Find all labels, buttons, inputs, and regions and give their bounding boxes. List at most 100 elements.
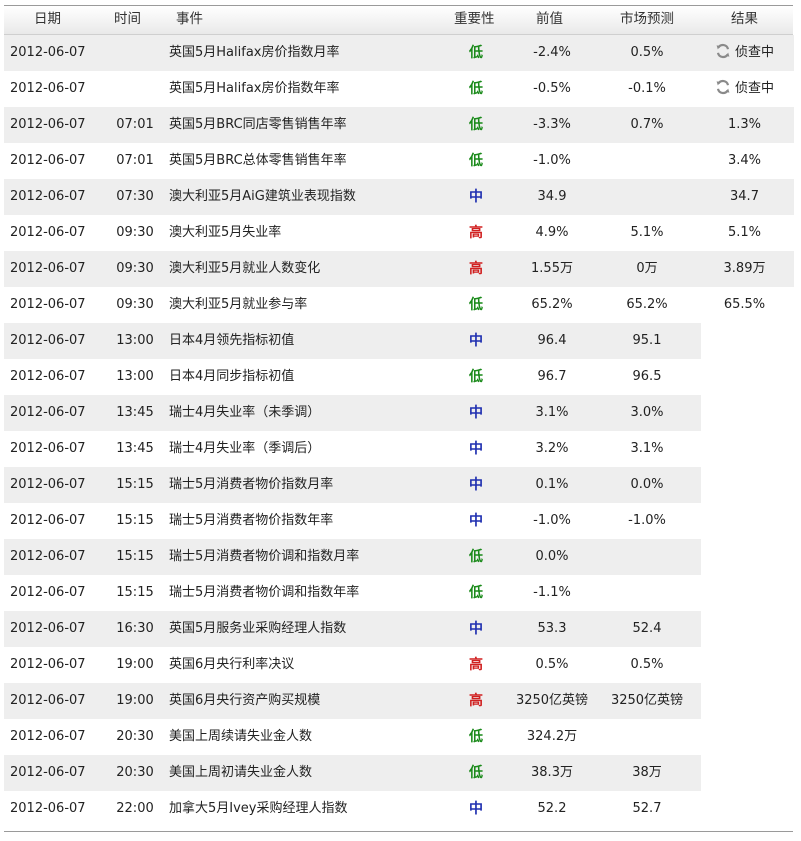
cell-event: 日本4月同步指标初值 (169, 369, 295, 384)
table-row: 2012-06-07 19:00 英国6月央行利率决议 高 0.5% 0.5% (4, 647, 794, 683)
cell-forecast: 96.5 (632, 369, 662, 384)
cell-date: 2012-06-07 (10, 441, 86, 456)
cell-date: 2012-06-07 (10, 729, 86, 744)
cell-event: 英国5月BRC总体零售销售年率 (169, 153, 347, 168)
header-result: 结果 (731, 11, 758, 27)
importance-badge: 高 (469, 261, 483, 277)
importance-badge: 中 (469, 405, 483, 421)
cell-result (697, 755, 792, 791)
cell-time: 07:01 (116, 153, 154, 168)
importance-badge: 高 (469, 225, 483, 241)
cell-event: 英国5月服务业采购经理人指数 (169, 621, 347, 636)
cell-previous: 38.3万 (531, 765, 573, 780)
refresh-icon[interactable] (715, 38, 731, 59)
importance-badge: 低 (469, 297, 483, 313)
importance-badge: 中 (469, 441, 483, 457)
cell-event: 瑞士4月失业率（未季调） (169, 405, 321, 420)
cell-time: 15:15 (116, 585, 154, 600)
cell-event: 澳大利亚5月就业人数变化 (169, 261, 321, 276)
cell-previous: 52.2 (537, 801, 567, 816)
cell-date: 2012-06-07 (10, 297, 86, 312)
cell-previous: -3.3% (533, 117, 571, 132)
cell-forecast: 5.1% (630, 225, 664, 240)
cell-forecast: 0万 (636, 261, 658, 276)
cell-event: 瑞士5月消费者物价指数月率 (169, 477, 334, 492)
cell-previous: 0.1% (535, 477, 569, 492)
cell-forecast (602, 575, 692, 611)
importance-badge: 低 (469, 369, 483, 385)
cell-forecast: 3250亿英镑 (610, 693, 684, 708)
cell-result: 3.89万 (723, 261, 766, 276)
cell-previous: 1.55万 (531, 261, 573, 276)
cell-event: 英国6月央行资产购买规模 (169, 693, 321, 708)
header-forecast: 市场预测 (620, 11, 674, 27)
table-row: 2012-06-07 20:30 美国上周续请失业金人数 低 324.2万 (4, 719, 794, 755)
table-row: 2012-06-07 13:45 瑞士4月失业率（未季调） 中 3.1% 3.0% (4, 395, 794, 431)
cell-result (697, 575, 792, 611)
importance-badge: 低 (469, 549, 483, 565)
cell-result (697, 503, 792, 539)
economic-calendar: 日期 时间 事件 重要性 前值 市场预测 结果 2012-06-07 英国5月Ha… (0, 0, 801, 841)
cell-forecast (602, 539, 692, 575)
cell-result (697, 395, 792, 431)
cell-previous: -0.5% (533, 81, 571, 96)
cell-date: 2012-06-07 (10, 189, 86, 204)
cell-event: 瑞士5月消费者物价调和指数年率 (169, 585, 360, 600)
importance-badge: 低 (469, 81, 483, 97)
cell-event: 日本4月领先指标初值 (169, 333, 295, 348)
cell-event: 瑞士5月消费者物价调和指数月率 (169, 549, 360, 564)
cell-result: 1.3% (727, 117, 762, 132)
cell-previous: 96.4 (537, 333, 567, 348)
cell-previous: 3250亿英镑 (515, 693, 589, 708)
cell-date: 2012-06-07 (10, 621, 86, 636)
cell-date: 2012-06-07 (10, 477, 86, 492)
cell-result (697, 719, 792, 755)
cell-result (697, 467, 792, 503)
table-row: 2012-06-07 09:30 澳大利亚5月失业率 高 4.9% 5.1% 5.1% (4, 215, 794, 251)
cell-time: 13:00 (116, 333, 154, 348)
cell-date: 2012-06-07 (10, 261, 86, 276)
cell-event: 美国上周初请失业金人数 (169, 765, 313, 780)
importance-badge: 中 (469, 621, 483, 637)
cell-previous: 0.5% (535, 657, 569, 672)
cell-forecast: 65.2% (626, 297, 668, 312)
cell-previous: 65.2% (531, 297, 573, 312)
importance-badge: 高 (469, 693, 483, 709)
cell-date: 2012-06-07 (10, 333, 86, 348)
cell-result[interactable]: 侦查中 (697, 35, 792, 71)
table-row: 2012-06-07 22:00 加拿大5月Ivey采购经理人指数 中 52.2 52.7 (4, 791, 794, 827)
refresh-icon[interactable] (715, 74, 731, 95)
cell-time (110, 71, 160, 107)
table-row: 2012-06-07 13:00 日本4月领先指标初值 中 96.4 95.1 (4, 323, 794, 359)
cell-event: 英国5月BRC同店零售销售年率 (169, 117, 347, 132)
importance-badge: 中 (469, 189, 483, 205)
cell-previous: 3.1% (535, 405, 569, 420)
cell-event: 英国5月Halifax房价指数年率 (169, 81, 340, 96)
importance-badge: 低 (469, 45, 483, 61)
importance-badge: 中 (469, 477, 483, 493)
cell-forecast (602, 179, 692, 215)
table-row: 2012-06-07 20:30 美国上周初请失业金人数 低 38.3万 38万 (4, 755, 794, 791)
header-time: 时间 (114, 11, 141, 27)
cell-forecast: 0.0% (630, 477, 664, 492)
cell-date: 2012-06-07 (10, 765, 86, 780)
cell-date: 2012-06-07 (10, 585, 86, 600)
cell-result (697, 791, 792, 827)
cell-forecast: 52.7 (632, 801, 662, 816)
cell-previous: -1.0% (533, 513, 571, 528)
result-status-text: 侦查中 (734, 45, 774, 60)
cell-event: 美国上周续请失业金人数 (169, 729, 313, 744)
cell-date: 2012-06-07 (10, 549, 86, 564)
cell-forecast: 0.5% (630, 45, 664, 60)
cell-result (697, 683, 792, 719)
cell-result: 34.7 (730, 189, 759, 204)
cell-date: 2012-06-07 (10, 369, 86, 384)
cell-time: 19:00 (116, 693, 154, 708)
cell-result[interactable]: 侦查中 (697, 71, 792, 107)
cell-event: 瑞士4月失业率（季调后） (169, 441, 321, 456)
cell-time (110, 35, 160, 71)
cell-result (697, 359, 792, 395)
cell-previous: 53.3 (537, 621, 567, 636)
cell-time: 09:30 (116, 225, 154, 240)
importance-badge: 低 (469, 117, 483, 133)
